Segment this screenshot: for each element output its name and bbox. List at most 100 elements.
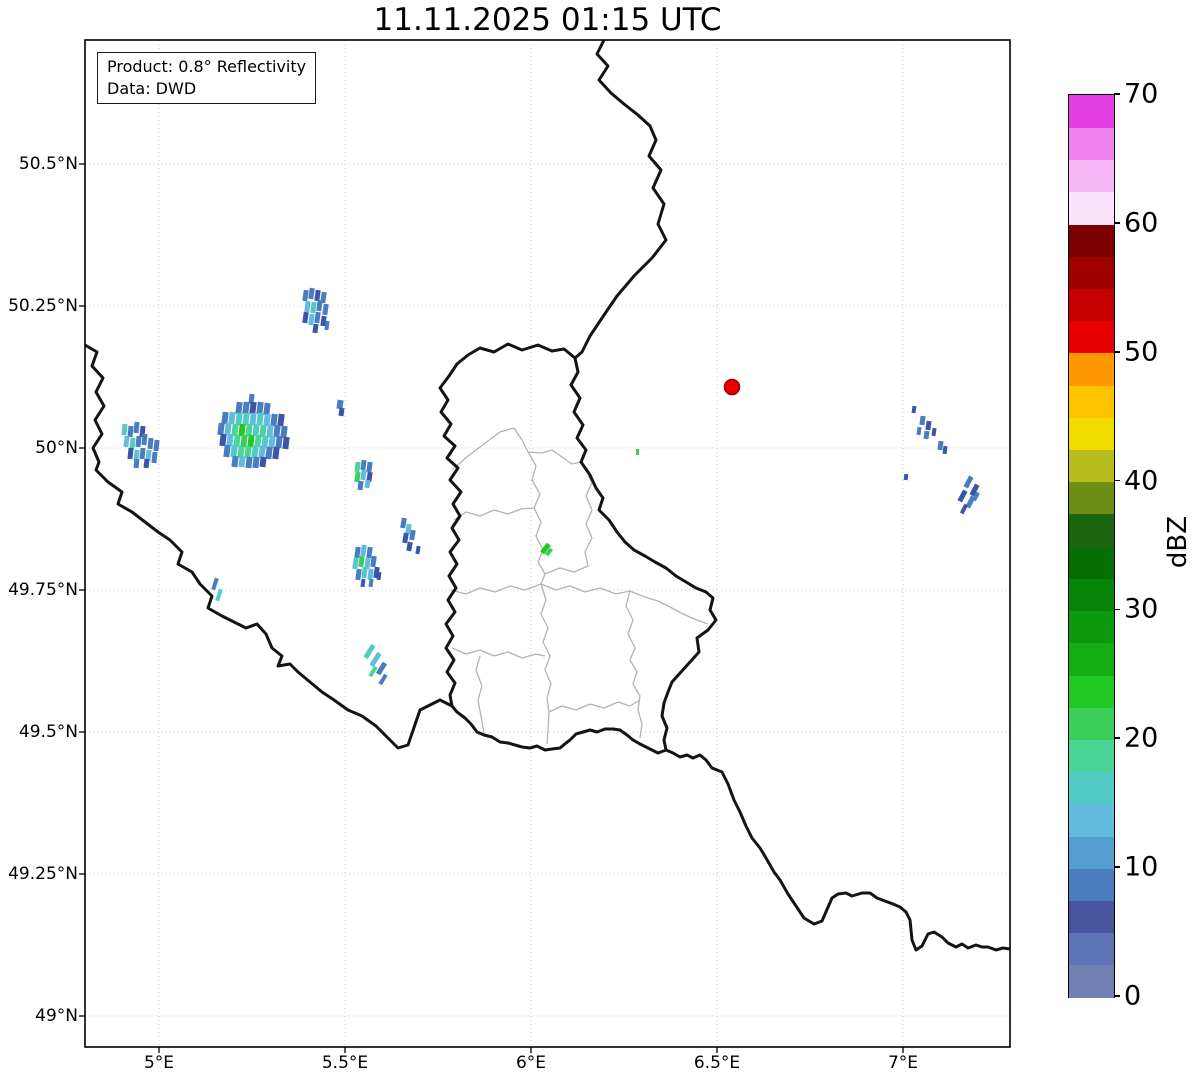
radar-echo-cell [273, 424, 281, 438]
radar-echo-cell [224, 422, 232, 436]
colorbar-segment [1069, 610, 1114, 644]
radar-echo-cell [135, 435, 142, 448]
radar-echo-cell [256, 401, 264, 415]
radar-echo-cell [916, 426, 922, 436]
radar-echo-cell [312, 323, 319, 334]
radar-echo-cell [231, 455, 239, 468]
radar-echo-cell [263, 413, 271, 427]
radar-echo-cell [238, 423, 246, 437]
colorbar-segment [1069, 868, 1114, 902]
latitude-tick-label: 49°N [35, 1006, 78, 1026]
colorbar-segment [1069, 803, 1114, 837]
radar-echo-cell [151, 451, 158, 464]
colorbar-segment [1069, 513, 1114, 547]
longitude-tick-label: 6°E [515, 1053, 547, 1073]
radar-echo-cell [127, 447, 134, 460]
radar-echo-cell [252, 423, 260, 437]
radar-echo-cell [282, 436, 290, 450]
colorbar-segment [1069, 159, 1114, 193]
colorbar-segment [1069, 417, 1114, 451]
radar-echo-cell [903, 473, 909, 481]
colorbar-tick-label: 10 [1124, 851, 1159, 883]
radar-echo-cell [226, 433, 234, 447]
radar-echo-cell [270, 413, 278, 427]
radar-echo-cell [275, 435, 283, 449]
colorbar-segment [1069, 578, 1114, 612]
colorbar-tick-mark [1114, 222, 1120, 224]
data-source-line: Data: DWD [107, 78, 197, 98]
colorbar-tick-mark [1114, 608, 1120, 611]
latitude-tick-label: 50°N [35, 438, 78, 458]
colorbar-segment [1069, 352, 1114, 386]
radar-echo-cell [272, 446, 280, 460]
radar-echo-cell [919, 415, 926, 426]
radar-echo-cell [242, 412, 250, 426]
radar-echo-cell [129, 437, 136, 450]
radar-echo-cell [316, 299, 323, 312]
radar-echo-cell [361, 566, 368, 579]
radar-echo-cell [942, 445, 948, 455]
radar-echo-cell [375, 661, 388, 676]
radar-echo-cell [143, 458, 150, 469]
colorbar-tick-mark [1114, 737, 1120, 740]
colorbar-segment [1069, 771, 1114, 805]
radar-echo-cell [217, 422, 225, 436]
colorbar-segment [1069, 223, 1114, 257]
district-border [450, 583, 542, 595]
radar-figure: 11.11.2025 01:15 UTC Product: 0.8° Refle… [0, 0, 1202, 1081]
radar-echo-cell [636, 449, 639, 455]
radar-echo-cell [931, 427, 937, 437]
radar-echo-cell [363, 643, 376, 660]
radar-echo-cell [219, 433, 227, 447]
radar-echo-cell [308, 287, 315, 300]
product-info-line: Product: 0.8° Reflectivity [107, 57, 307, 76]
radar-echo-cell [314, 311, 321, 324]
radar-echo-cell [314, 289, 321, 302]
colorbar-tick-label: 0 [1124, 980, 1142, 1012]
radar-echo-cell [215, 588, 223, 602]
radar-echo-cell [360, 459, 367, 471]
longitude-tick-label: 5°E [143, 1053, 175, 1073]
country-border [438, 342, 718, 755]
radar-echo-cell [153, 439, 160, 452]
radar-echo-cell [251, 445, 259, 459]
district-border [451, 427, 582, 471]
radar-echo-cell [139, 447, 146, 460]
radar-echo-cell [338, 407, 345, 417]
district-border [544, 475, 593, 575]
radar-echo-cell [322, 303, 329, 316]
colorbar-tick-label: 20 [1124, 722, 1159, 754]
colorbar-segment [1069, 932, 1114, 966]
radar-echo-cell [147, 437, 154, 450]
radar-echo-cell [252, 456, 260, 469]
colorbar-tick-label: 50 [1124, 336, 1159, 368]
radar-echo-cell [310, 301, 317, 314]
colorbar-segment [1069, 707, 1114, 740]
district-border [453, 507, 535, 521]
radar-echo-cell [240, 434, 248, 448]
radar-echo-cell [268, 435, 276, 449]
country-border [664, 748, 1010, 952]
product-info-box: Product: 0.8° Reflectivity Data: DWD [97, 52, 317, 105]
radar-echo-cell [133, 421, 140, 434]
colorbar-axis-label: dBZ [1163, 515, 1193, 569]
radar-echo-cell [957, 489, 968, 503]
radar-echo-cell [127, 425, 134, 438]
radar-echo-cell [259, 456, 267, 468]
radar-echo-cell [369, 651, 382, 668]
district-border [540, 583, 709, 625]
radar-echo-cell [366, 461, 373, 473]
radar-echo-cell [400, 517, 407, 529]
radar-echo-cell [263, 402, 271, 416]
radar-echo-cell [308, 313, 315, 326]
radar-echo-cell [254, 434, 262, 448]
colorbar-tick-label: 70 [1124, 78, 1159, 110]
radar-echo-cell [354, 471, 361, 483]
latitude-tick-label: 50.5°N [18, 154, 78, 174]
colorbar-segment [1069, 674, 1114, 708]
radar-echo-cell [937, 440, 944, 451]
colorbar-tick-mark [1114, 479, 1120, 482]
colorbar-segment [1069, 481, 1114, 515]
latitude-tick-label: 49.5°N [18, 722, 78, 742]
colorbar-segment [1069, 642, 1114, 676]
